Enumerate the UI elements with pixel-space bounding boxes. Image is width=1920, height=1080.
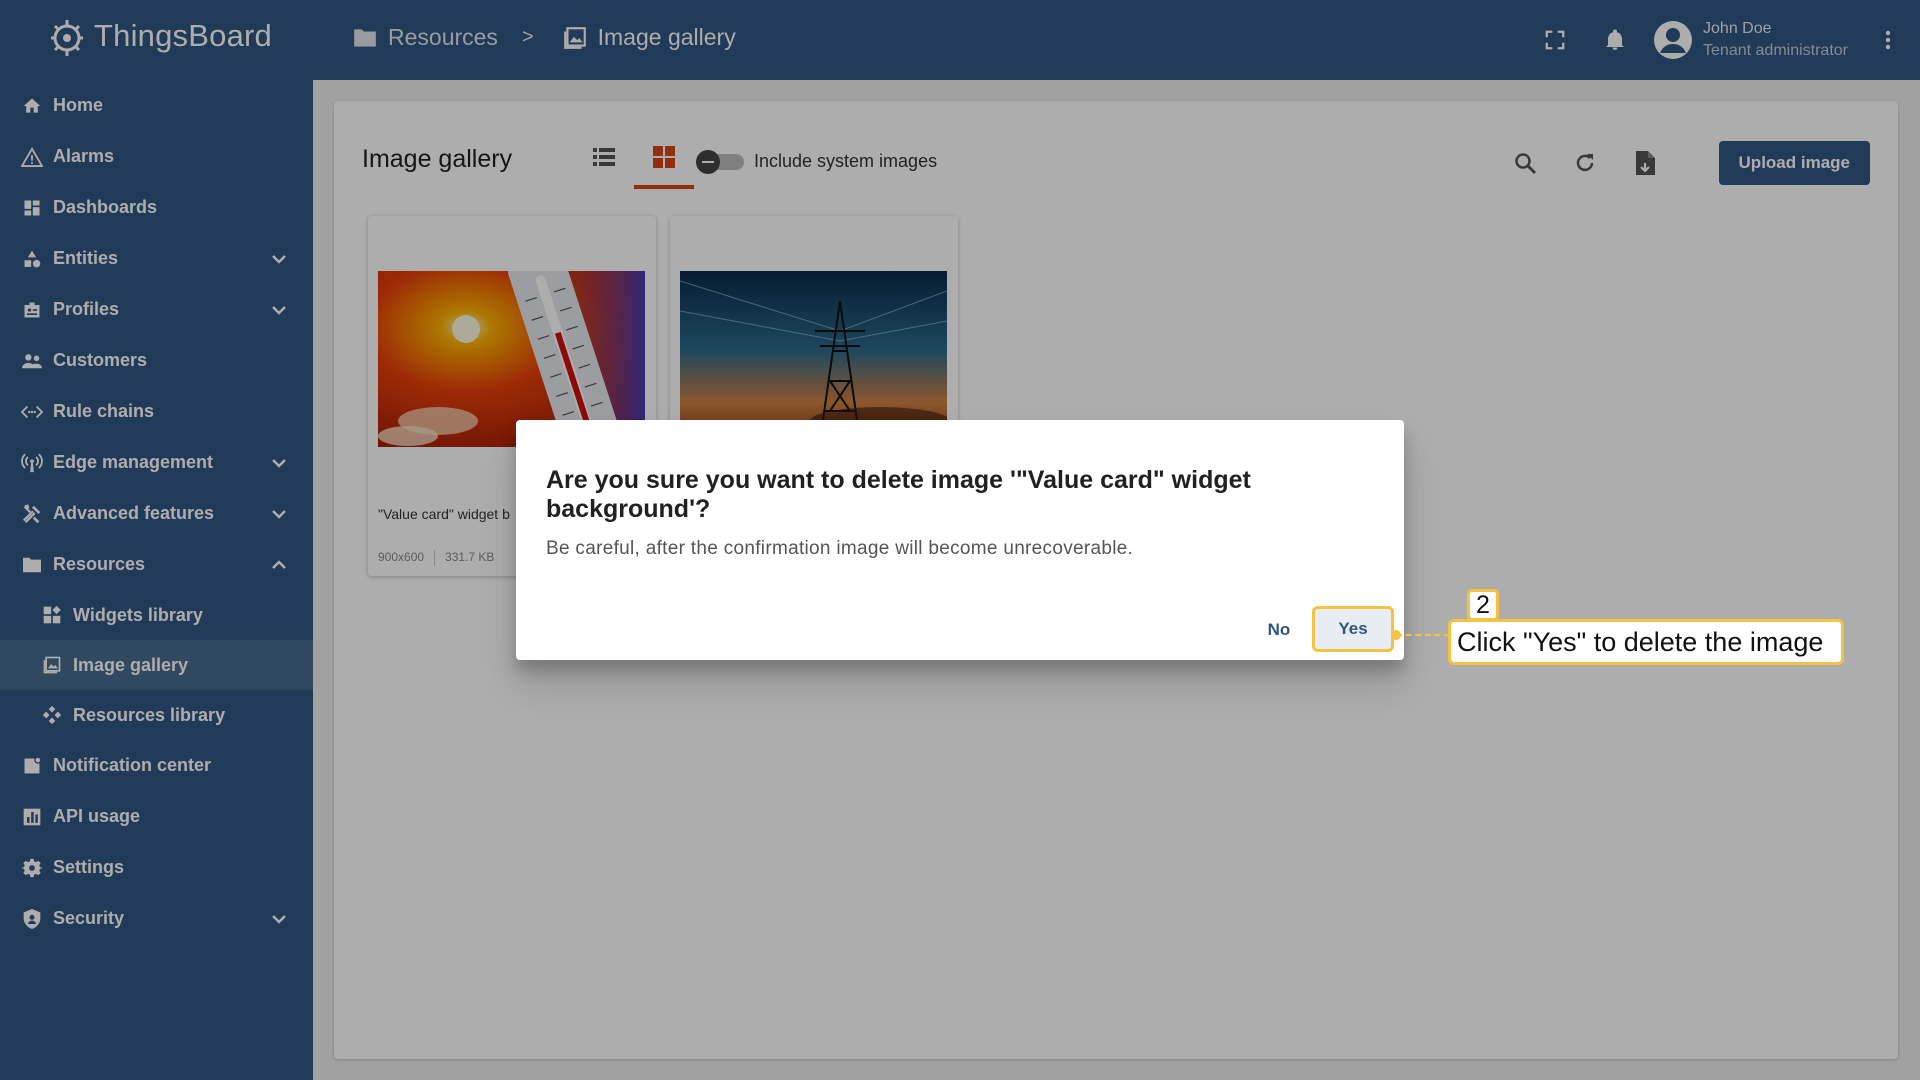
yes-button[interactable]: Yes: [1312, 606, 1394, 652]
dialog-message: Be careful, after the confirmation image…: [546, 538, 1134, 559]
callout-text: Click "Yes" to delete the image: [1448, 619, 1844, 665]
callout-anchor-dot: [1391, 630, 1401, 640]
callout-connector: [1396, 634, 1450, 636]
delete-image-dialog: Are you sure you want to delete image '"…: [516, 420, 1404, 660]
dialog-title: Are you sure you want to delete image '"…: [546, 466, 1251, 523]
no-button[interactable]: No: [1244, 612, 1314, 648]
callout-step-number: 2: [1467, 589, 1499, 621]
